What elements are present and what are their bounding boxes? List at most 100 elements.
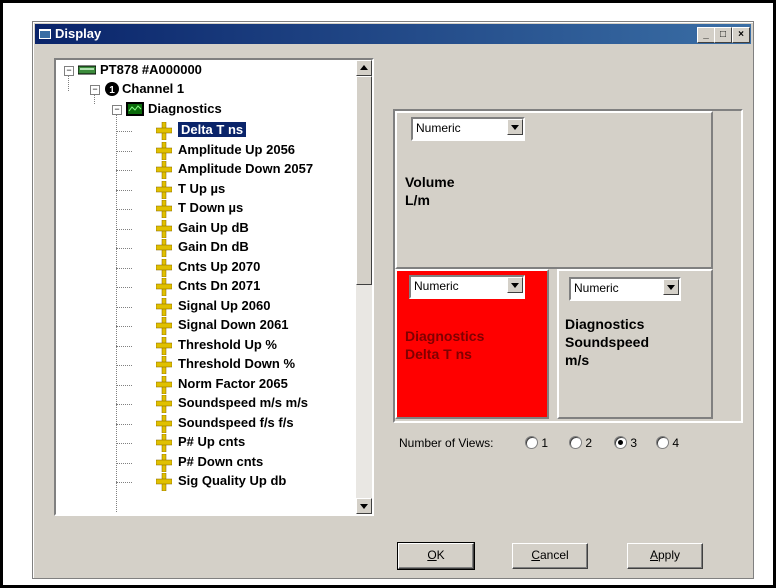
tree-item[interactable]: Threshold Up %: [178, 337, 277, 352]
close-button[interactable]: ×: [732, 27, 750, 43]
dropdown-arrow-icon[interactable]: [507, 119, 523, 135]
tree-item[interactable]: Soundspeed m/s m/s: [178, 395, 308, 410]
scroll-down-arrow-icon: [360, 504, 368, 509]
pane-top-line1: Volume: [405, 174, 455, 190]
apply-button[interactable]: Apply: [627, 543, 703, 569]
parameter-icon: [156, 298, 172, 316]
collapse-icon[interactable]: −: [112, 105, 122, 115]
tree-line: [116, 112, 117, 512]
tree-item[interactable]: Gain Up dB: [178, 220, 249, 235]
parameter-icon: [156, 161, 172, 179]
tree-channel-label[interactable]: Channel 1: [122, 81, 184, 96]
pane-bottom-right-line2: Soundspeed: [565, 334, 650, 350]
dropdown-arrow-icon[interactable]: [507, 277, 523, 293]
tree-line: [116, 463, 132, 464]
pane-top-text: Volume L/m: [405, 173, 455, 209]
parameter-icon: [156, 415, 172, 433]
radio-selected-icon[interactable]: [614, 436, 627, 449]
tree-item[interactable]: T Down µs: [178, 200, 243, 215]
pane-bottom-left-line2: Delta T ns: [405, 346, 472, 362]
tree-item[interactable]: T Up µs: [178, 181, 225, 196]
views-option-3[interactable]: 3: [614, 436, 637, 450]
parameter-icon: [156, 454, 172, 472]
tree-item[interactable]: Threshold Down %: [178, 356, 295, 371]
display-type-value: Numeric: [574, 281, 619, 295]
tree-item[interactable]: Gain Dn dB: [178, 239, 249, 254]
views-option-2[interactable]: 2: [569, 436, 592, 450]
display-type-select[interactable]: Numeric: [409, 275, 525, 299]
parameter-icon: [156, 317, 172, 335]
views-option-4[interactable]: 4: [656, 436, 679, 450]
tree-item[interactable]: P# Down cnts: [178, 454, 263, 469]
tree-line: [116, 190, 132, 191]
display-type-select[interactable]: Numeric: [569, 277, 681, 301]
tree-line: [116, 248, 132, 249]
parameter-icon: [156, 395, 172, 413]
tree-line: [116, 268, 132, 269]
scroll-up-button[interactable]: [356, 60, 372, 76]
dropdown-arrow-icon[interactable]: [663, 279, 679, 295]
tree-root-label[interactable]: PT878 #A000000: [100, 62, 202, 77]
radio-icon[interactable]: [525, 436, 538, 449]
parameter-icon: [156, 376, 172, 394]
tree-line: [116, 404, 132, 405]
pane-top-line2: L/m: [405, 192, 430, 208]
view-pane-bottom-right[interactable]: Numeric Diagnostics Soundspeed m/s: [557, 269, 713, 419]
tree-item[interactable]: Signal Down 2061: [178, 317, 289, 332]
tree-item[interactable]: Signal Up 2060: [178, 298, 270, 313]
display-type-select[interactable]: Numeric: [411, 117, 525, 141]
collapse-icon[interactable]: −: [64, 66, 74, 76]
ok-button[interactable]: OK: [397, 542, 475, 570]
parameter-icon: [156, 239, 172, 257]
parameter-icon: [156, 356, 172, 374]
radio-icon[interactable]: [656, 436, 669, 449]
tree-line: [116, 424, 132, 425]
view-pane-bottom-left[interactable]: Numeric Diagnostics Delta T ns: [395, 269, 549, 419]
tree-item[interactable]: P# Up cnts: [178, 434, 245, 449]
views-option-label: 1: [541, 436, 549, 450]
parameter-icon: [156, 200, 172, 218]
pane-bottom-left-line1: Diagnostics: [405, 328, 485, 344]
tree-item[interactable]: Sig Quality Up db: [178, 473, 286, 488]
tree-line: [116, 307, 132, 308]
screenshot-frame: Display _ □ × − PT878 #A000000 − 1 Chann…: [0, 0, 776, 588]
parameter-icon: [156, 337, 172, 355]
cancel-button[interactable]: Cancel: [512, 543, 588, 569]
tree-scrollbar[interactable]: [356, 60, 372, 514]
views-option-label: 3: [630, 436, 638, 450]
scroll-down-button[interactable]: [356, 498, 372, 514]
view-pane-top[interactable]: Numeric Volume L/m: [395, 111, 713, 269]
parameter-tree[interactable]: − PT878 #A000000 − 1 Channel 1 − Diagnos…: [54, 58, 374, 516]
title-bar[interactable]: Display _ □ ×: [35, 24, 751, 44]
tree-item[interactable]: Norm Factor 2065: [178, 376, 288, 391]
tree-line: [116, 229, 132, 230]
tree-item[interactable]: Amplitude Up 2056: [178, 142, 295, 157]
radio-icon[interactable]: [569, 436, 582, 449]
maximize-button[interactable]: □: [714, 27, 732, 43]
pane-bottom-left-text: Diagnostics Delta T ns: [405, 327, 484, 363]
parameter-icon: [156, 122, 172, 140]
tree-item[interactable]: Delta T ns: [178, 122, 247, 137]
views-option-label: 2: [585, 436, 593, 450]
minimize-button[interactable]: _: [697, 27, 715, 43]
tree-line: [116, 209, 132, 210]
display-dialog: Display _ □ × − PT878 #A000000 − 1 Chann…: [32, 21, 754, 579]
tree-item[interactable]: Cnts Dn 2071: [178, 278, 260, 293]
parameter-icon: [156, 220, 172, 238]
views-area: Numeric Volume L/m Numeric Diagnostics D…: [393, 109, 743, 423]
views-option-1[interactable]: 1: [525, 436, 548, 450]
tree-line: [116, 482, 132, 483]
collapse-icon[interactable]: −: [90, 85, 100, 95]
tree-line: [116, 326, 132, 327]
tree-item[interactable]: Soundspeed f/s f/s: [178, 415, 294, 430]
scroll-thumb[interactable]: [356, 76, 372, 285]
tree-item[interactable]: Amplitude Down 2057: [178, 161, 313, 176]
display-type-value: Numeric: [414, 279, 459, 293]
tree-group-label[interactable]: Diagnostics: [148, 101, 222, 116]
tree-line: [116, 170, 132, 171]
tree-item[interactable]: Cnts Up 2070: [178, 259, 260, 274]
tree-line: [116, 346, 132, 347]
parameter-icon: [156, 181, 172, 199]
parameter-icon: [156, 434, 172, 452]
views-option-label: 4: [672, 436, 680, 450]
